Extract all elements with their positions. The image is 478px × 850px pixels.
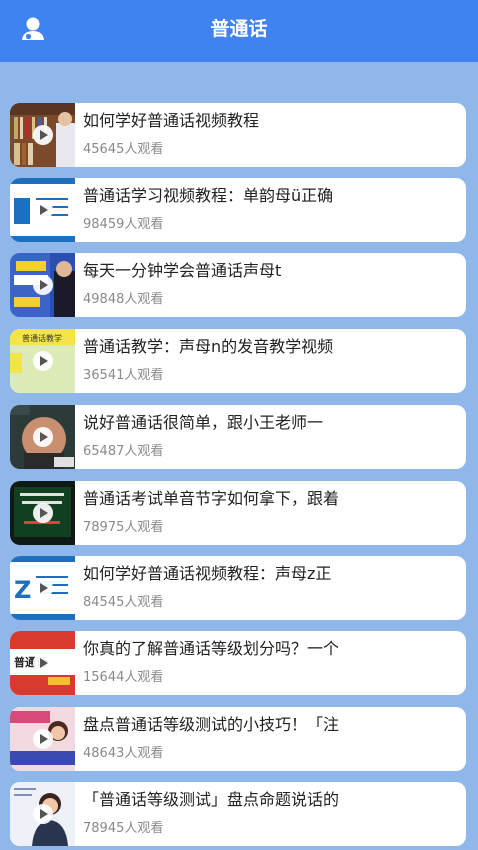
video-thumbnail — [10, 103, 75, 167]
play-icon — [33, 503, 53, 523]
video-item[interactable]: 普通话教学 普通话教学：声母n的发音教学视频 36541人观看 — [10, 329, 466, 393]
video-title: 说好普通话很简单，跟小王老师一 — [83, 413, 324, 432]
video-title: 你真的了解普通话等级划分吗？一个 — [83, 639, 340, 658]
view-count: 78975人观看 — [83, 520, 164, 535]
video-item[interactable]: 「普通话等级测试」盘点命题说话的 78945人观看 — [10, 782, 466, 846]
video-title: 普通话考试单音节字如何拿下，跟着 — [83, 489, 340, 508]
play-icon — [33, 275, 53, 295]
video-item[interactable]: 如何学好普通话视频教程 45645人观看 — [10, 103, 466, 167]
view-count: 15644人观看 — [83, 670, 164, 685]
video-item[interactable]: 盘点普通话等级测试的小技巧！「注 48643人观看 — [10, 707, 466, 771]
play-icon — [33, 653, 53, 673]
video-title: 盘点普通话等级测试的小技巧！「注 — [83, 715, 340, 734]
video-title: 「普通话等级测试」盘点命题说话的 — [83, 790, 340, 809]
video-item[interactable]: 普通话学习视频教程：单韵母ü正确 98459人观看 — [10, 178, 466, 242]
play-icon — [33, 729, 53, 749]
video-item[interactable]: 说好普通话很简单，跟小王老师一 65487人观看 — [10, 405, 466, 469]
video-title: 如何学好普通话视频教程：声母z正 — [83, 564, 332, 583]
play-icon — [33, 351, 53, 371]
view-count: 65487人观看 — [83, 444, 164, 459]
page-title: 普通话 — [210, 18, 268, 40]
view-count: 78945人观看 — [83, 821, 164, 836]
video-thumbnail: 普通话 — [10, 631, 75, 695]
thumb-text: Z — [14, 576, 31, 604]
thumb-text: 普通话教学 — [22, 333, 62, 343]
play-icon — [33, 804, 53, 824]
video-thumbnail — [10, 253, 75, 317]
video-item[interactable]: 普通话 你真的了解普通话等级划分吗？一个 15644人观看 — [10, 631, 466, 695]
video-thumbnail — [10, 405, 75, 469]
play-icon — [33, 125, 53, 145]
view-count: 45645人观看 — [83, 142, 164, 157]
video-thumbnail: 普通话教学 — [10, 329, 75, 393]
video-thumbnail — [10, 178, 75, 242]
view-count: 48643人观看 — [83, 746, 164, 761]
view-count: 84545人观看 — [83, 595, 164, 610]
video-title: 普通话教学：声母n的发音教学视频 — [83, 337, 334, 356]
video-title: 普通话学习视频教程：单韵母ü正确 — [83, 186, 334, 205]
video-thumbnail — [10, 707, 75, 771]
video-thumbnail — [10, 782, 75, 846]
view-count: 49848人观看 — [83, 292, 164, 307]
video-item[interactable]: Z 如何学好普通话视频教程：声母z正 84545人观看 — [10, 556, 466, 620]
video-item[interactable]: 每天一分钟学会普通话声母t 49848人观看 — [10, 253, 466, 317]
view-count: 98459人观看 — [83, 217, 164, 232]
play-icon — [33, 427, 53, 447]
video-title: 如何学好普通话视频教程 — [83, 111, 260, 130]
play-icon — [33, 200, 53, 220]
app-header: 普通话 — [0, 0, 478, 62]
video-thumbnail — [10, 481, 75, 545]
view-count: 36541人观看 — [83, 368, 164, 383]
video-item[interactable]: 普通话考试单音节字如何拿下，跟着 78975人观看 — [10, 481, 466, 545]
video-title: 每天一分钟学会普通话声母t — [83, 261, 282, 280]
play-icon — [33, 578, 53, 598]
video-thumbnail: Z — [10, 556, 75, 620]
